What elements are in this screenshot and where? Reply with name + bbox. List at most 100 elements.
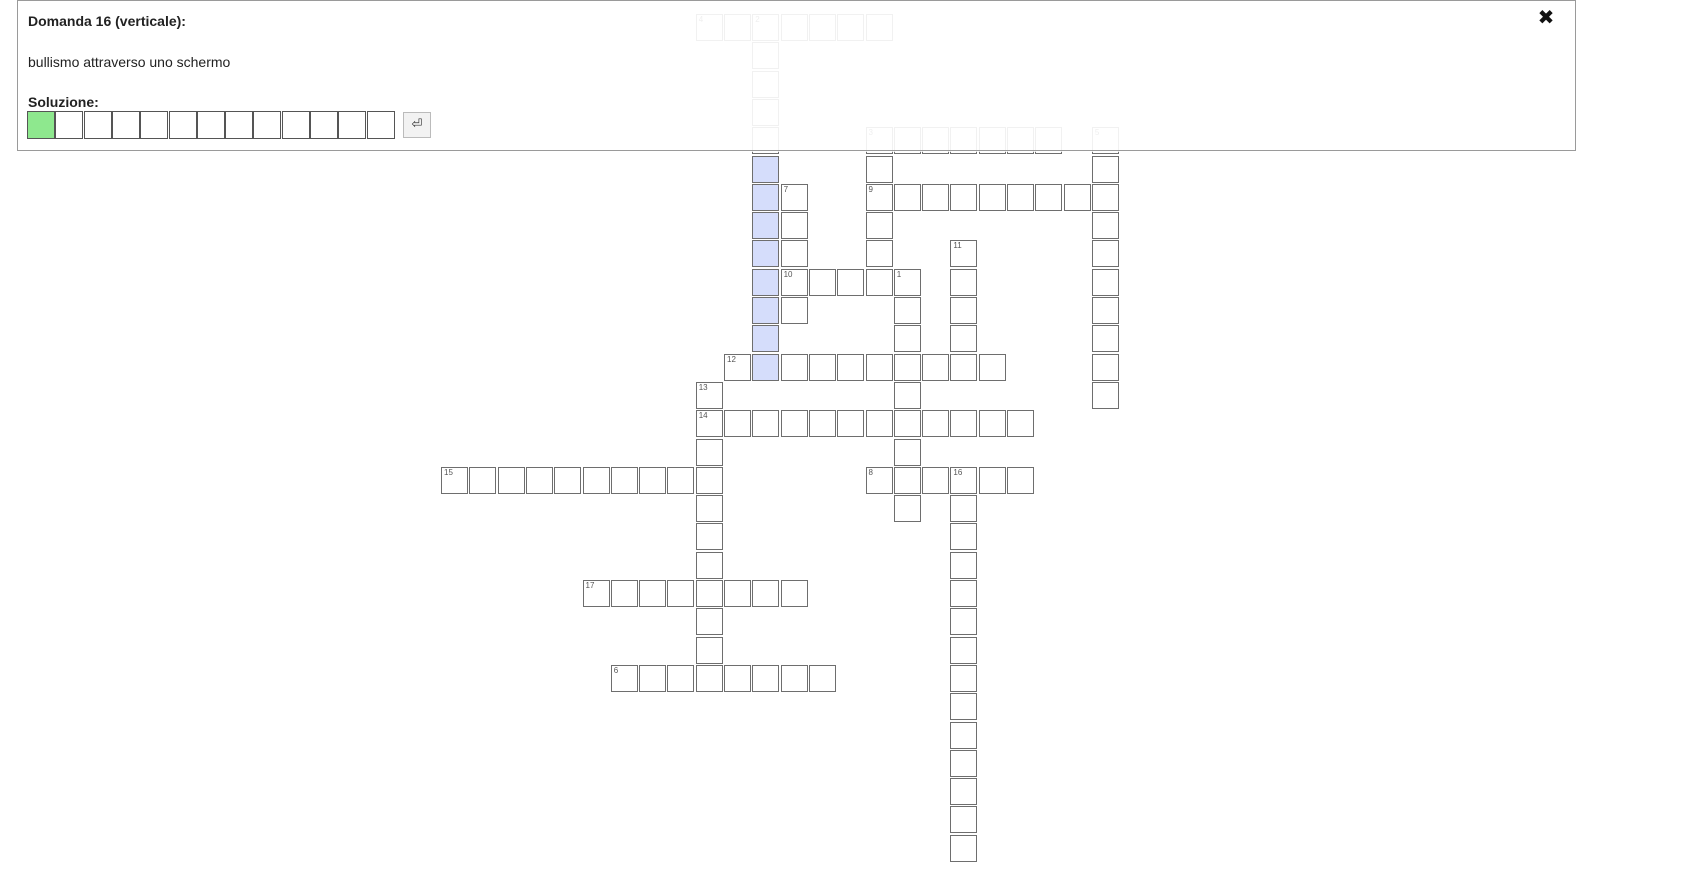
grid-cell[interactable]: [752, 664, 780, 692]
grid-cell[interactable]: 7: [780, 183, 808, 211]
grid-cell[interactable]: [667, 664, 695, 692]
grid-cell[interactable]: [752, 410, 780, 438]
grid-cell[interactable]: [780, 410, 808, 438]
highlighted-grid-cell[interactable]: [752, 297, 780, 324]
answer-letter-box[interactable]: [366, 111, 395, 139]
grid-cell[interactable]: [950, 778, 978, 806]
grid-cell[interactable]: [724, 410, 751, 438]
answer-letter-box[interactable]: [140, 111, 169, 139]
grid-cell[interactable]: [950, 495, 978, 523]
grid-cell[interactable]: [1035, 183, 1063, 211]
grid-cell[interactable]: [1091, 212, 1119, 240]
grid-cell[interactable]: [922, 466, 950, 494]
grid-cell[interactable]: [1007, 183, 1034, 211]
grid-cell[interactable]: 11: [950, 240, 978, 268]
grid-cell[interactable]: [639, 664, 667, 692]
grid-cell[interactable]: [950, 297, 978, 324]
answer-letter-box[interactable]: [338, 111, 367, 139]
grid-cell[interactable]: [1063, 183, 1091, 211]
answer-letter-box[interactable]: [196, 111, 225, 139]
answer-letter-box[interactable]: [225, 111, 254, 139]
grid-cell[interactable]: [950, 693, 978, 721]
grid-cell[interactable]: [695, 466, 723, 494]
grid-cell[interactable]: [865, 353, 893, 381]
grid-cell[interactable]: [610, 580, 638, 607]
grid-cell[interactable]: [1091, 353, 1119, 381]
grid-cell[interactable]: [695, 636, 723, 664]
grid-cell[interactable]: 15: [441, 466, 468, 494]
grid-cell[interactable]: [865, 268, 893, 296]
grid-cell[interactable]: [893, 495, 921, 523]
highlighted-grid-cell[interactable]: [752, 353, 780, 381]
grid-cell[interactable]: [639, 466, 667, 494]
grid-cell[interactable]: [1007, 466, 1034, 494]
grid-cell[interactable]: [695, 551, 723, 579]
grid-cell[interactable]: 8: [865, 466, 893, 494]
grid-cell[interactable]: [893, 183, 921, 211]
grid-cell[interactable]: 16: [950, 466, 978, 494]
grid-cell[interactable]: [837, 268, 865, 296]
answer-letter-box[interactable]: [310, 111, 338, 139]
grid-cell[interactable]: [695, 664, 723, 692]
grid-cell[interactable]: [950, 806, 978, 834]
grid-cell[interactable]: [610, 466, 638, 494]
grid-cell[interactable]: [1007, 410, 1034, 438]
grid-cell[interactable]: 17: [582, 580, 610, 607]
grid-cell[interactable]: [978, 353, 1006, 381]
grid-cell[interactable]: [808, 353, 836, 381]
grid-cell[interactable]: [978, 183, 1006, 211]
highlighted-grid-cell[interactable]: [752, 325, 780, 353]
highlighted-grid-cell[interactable]: [752, 268, 780, 296]
grid-cell[interactable]: [1091, 240, 1119, 268]
close-icon[interactable]: ✖: [1535, 6, 1557, 28]
grid-cell[interactable]: [667, 580, 695, 607]
grid-cell[interactable]: [978, 466, 1006, 494]
grid-cell[interactable]: [950, 325, 978, 353]
answer-letter-box[interactable]: [83, 111, 112, 139]
grid-cell[interactable]: [1091, 381, 1119, 409]
grid-cell[interactable]: [922, 353, 950, 381]
grid-cell[interactable]: 6: [610, 664, 638, 692]
grid-cell[interactable]: [780, 297, 808, 324]
grid-cell[interactable]: [667, 466, 695, 494]
grid-cell[interactable]: [893, 410, 921, 438]
grid-cell[interactable]: [950, 183, 978, 211]
grid-cell[interactable]: [893, 466, 921, 494]
grid-cell[interactable]: [525, 466, 553, 494]
grid-cell[interactable]: [893, 438, 921, 466]
grid-cell[interactable]: [865, 240, 893, 268]
grid-cell[interactable]: [808, 268, 836, 296]
grid-cell[interactable]: [695, 523, 723, 551]
grid-cell[interactable]: [724, 664, 751, 692]
grid-cell[interactable]: [950, 636, 978, 664]
grid-cell[interactable]: [752, 580, 780, 607]
highlighted-grid-cell[interactable]: [752, 212, 780, 240]
grid-cell[interactable]: [837, 353, 865, 381]
grid-cell[interactable]: [780, 664, 808, 692]
grid-cell[interactable]: [780, 353, 808, 381]
answer-letter-box[interactable]: [281, 111, 310, 139]
grid-cell[interactable]: [865, 410, 893, 438]
enter-icon[interactable]: ⏎: [403, 112, 431, 138]
grid-cell[interactable]: [922, 410, 950, 438]
grid-cell[interactable]: [950, 834, 978, 862]
grid-cell[interactable]: [865, 155, 893, 183]
grid-cell[interactable]: [1091, 325, 1119, 353]
grid-cell[interactable]: [950, 580, 978, 607]
grid-cell[interactable]: [695, 580, 723, 607]
grid-cell[interactable]: [893, 381, 921, 409]
grid-cell[interactable]: [950, 664, 978, 692]
answer-letter-box[interactable]: [253, 111, 282, 139]
grid-cell[interactable]: [469, 466, 497, 494]
grid-cell[interactable]: [950, 353, 978, 381]
highlighted-grid-cell[interactable]: [752, 183, 780, 211]
answer-letter-box[interactable]: [27, 111, 55, 139]
grid-cell[interactable]: [695, 608, 723, 636]
grid-cell[interactable]: [893, 353, 921, 381]
grid-cell[interactable]: [639, 580, 667, 607]
grid-cell[interactable]: 9: [865, 183, 893, 211]
grid-cell[interactable]: [780, 580, 808, 607]
grid-cell[interactable]: [695, 438, 723, 466]
grid-cell[interactable]: [808, 410, 836, 438]
grid-cell[interactable]: [724, 580, 751, 607]
